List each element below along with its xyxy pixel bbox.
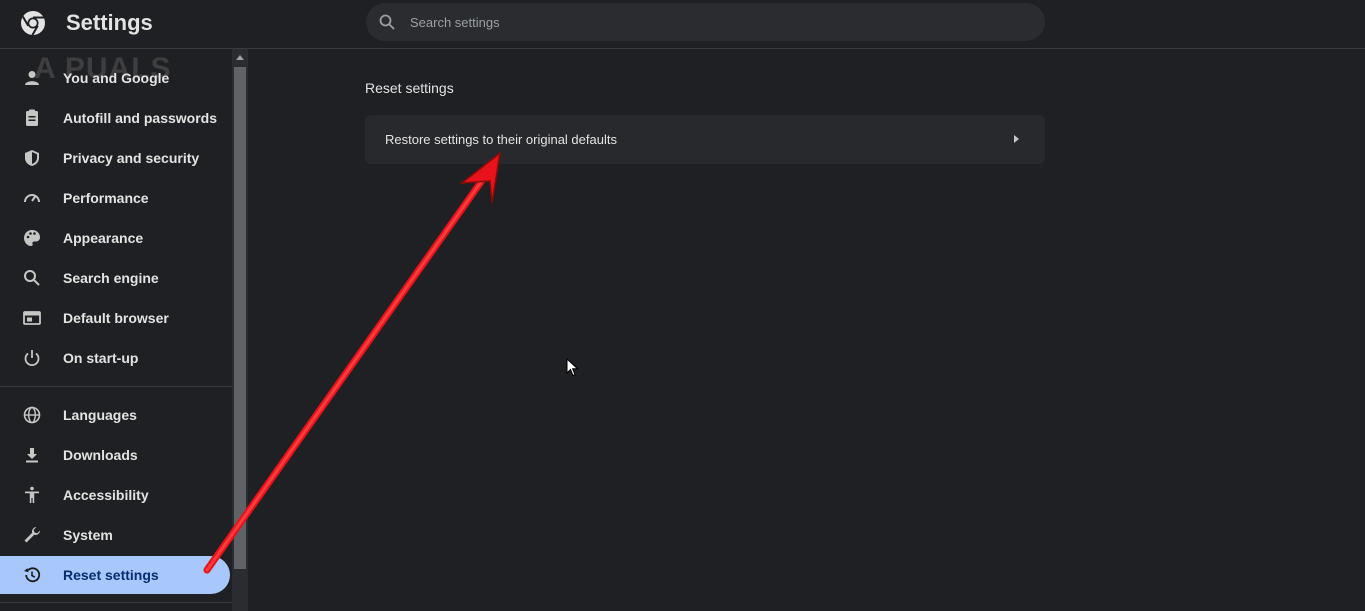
search-box[interactable] — [366, 3, 1045, 41]
browser-window-icon — [23, 311, 41, 325]
sidebar-item-accessibility[interactable]: Accessibility — [0, 476, 230, 514]
sidebar-item-label: On start-up — [63, 350, 139, 366]
sidebar-item-privacy[interactable]: Privacy and security — [0, 139, 230, 177]
speedometer-icon — [24, 194, 40, 203]
chrome-logo-icon — [21, 11, 45, 36]
sidebar-item-label: System — [63, 527, 113, 543]
sidebar-item-label: Languages — [63, 407, 137, 423]
sidebar-item-label: Default browser — [63, 310, 169, 326]
sidebar-item-label: Reset settings — [63, 567, 159, 583]
scrollbar-thumb[interactable] — [234, 67, 246, 569]
accessibility-icon — [25, 486, 39, 503]
restore-defaults-row[interactable]: Restore settings to their original defau… — [365, 115, 1045, 164]
clipboard-icon — [26, 109, 38, 126]
sidebar-item-label: Privacy and security — [63, 150, 200, 166]
sidebar-item-label: Downloads — [63, 447, 138, 463]
page-title: Settings — [66, 10, 153, 35]
sidebar-item-reset-settings[interactable]: Reset settings — [0, 556, 230, 594]
shield-icon — [25, 150, 39, 166]
download-icon — [26, 448, 38, 463]
sidebar-item-on-startup[interactable]: On start-up — [0, 339, 230, 377]
sidebar-item-label: Autofill and passwords — [63, 110, 218, 126]
top-bar: Settings — [0, 0, 1365, 49]
history-icon — [24, 567, 41, 583]
power-icon — [24, 350, 40, 367]
sidebar-item-default-browser[interactable]: Default browser — [0, 299, 230, 337]
person-icon — [25, 71, 39, 85]
search-input[interactable] — [410, 3, 1010, 41]
sidebar-item-search-engine[interactable]: Search engine — [0, 259, 230, 297]
globe-icon — [23, 406, 41, 424]
sidebar-divider — [0, 386, 232, 387]
sidebar-nav: A PUALS You and Google Autofill and pass… — [0, 49, 232, 611]
search-icon — [379, 14, 395, 30]
sidebar-item-label: You and Google — [63, 70, 170, 86]
sidebar-item-appearance[interactable]: Appearance — [0, 219, 230, 257]
sidebar-item-label: Search engine — [63, 270, 159, 286]
scroll-up-arrow-icon[interactable] — [236, 55, 244, 60]
sidebar-item-performance[interactable]: Performance — [0, 179, 230, 217]
sidebar-item-label: Performance — [63, 190, 149, 206]
mouse-cursor-icon — [566, 358, 579, 377]
sidebar-item-languages[interactable]: Languages — [0, 396, 230, 434]
chevron-right-icon — [1014, 135, 1019, 143]
section-title: Reset settings — [365, 80, 454, 96]
sidebar-scrollbar[interactable] — [232, 49, 248, 611]
palette-icon — [24, 230, 40, 246]
search-icon — [24, 270, 40, 286]
sidebar-item-you-and-google[interactable]: You and Google — [0, 59, 230, 97]
sidebar-divider — [0, 602, 232, 603]
sidebar-item-downloads[interactable]: Downloads — [0, 436, 230, 474]
sidebar-item-label: Appearance — [63, 230, 144, 246]
restore-defaults-label: Restore settings to their original defau… — [385, 132, 617, 147]
sidebar-item-label: Accessibility — [63, 487, 149, 503]
wrench-icon — [24, 527, 40, 543]
sidebar-item-system[interactable]: System — [0, 516, 230, 554]
sidebar-item-autofill[interactable]: Autofill and passwords — [0, 99, 230, 137]
